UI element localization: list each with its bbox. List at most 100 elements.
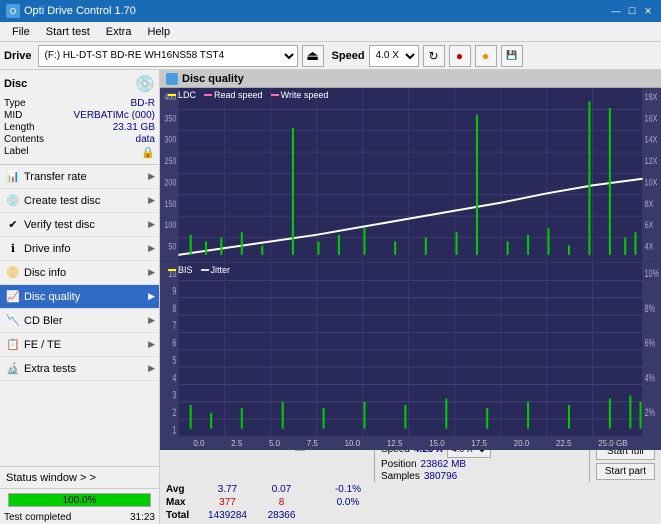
maximize-button[interactable]: ☐ bbox=[625, 4, 639, 18]
svg-text:300: 300 bbox=[164, 134, 176, 145]
eject-button[interactable]: ⏏ bbox=[302, 45, 324, 67]
start-part-button[interactable]: Start part bbox=[596, 463, 655, 480]
disc-orange-button[interactable]: ● bbox=[475, 45, 497, 67]
svg-text:8: 8 bbox=[172, 302, 176, 314]
content-title: Disc quality bbox=[182, 73, 244, 85]
nav-transfer-rate-label: Transfer rate bbox=[24, 171, 87, 183]
nav-disc-quality-label: Disc quality bbox=[24, 291, 80, 303]
chart-bottom-svg: 10 9 8 7 6 5 4 3 2 1 10% 8% 6% bbox=[160, 263, 661, 437]
drive-bar: Drive (F:) HL-DT-ST BD-RE WH16NS58 TST4 … bbox=[0, 42, 661, 70]
total-label: Total bbox=[166, 510, 196, 521]
contents-key: Contents bbox=[4, 134, 44, 145]
chart-bottom-area: BIS Jitter bbox=[160, 263, 661, 437]
close-button[interactable]: ✕ bbox=[641, 4, 655, 18]
svg-text:6X: 6X bbox=[645, 219, 654, 230]
menu-file[interactable]: File bbox=[4, 24, 38, 40]
content-header-icon bbox=[166, 73, 178, 85]
svg-text:8X: 8X bbox=[645, 198, 654, 209]
svg-text:18X: 18X bbox=[645, 91, 658, 102]
extra-tests-icon: 🔬 bbox=[6, 362, 20, 376]
svg-text:7: 7 bbox=[172, 319, 176, 331]
verify-test-disc-icon: ✔ bbox=[6, 218, 20, 232]
app-icon: O bbox=[6, 4, 20, 18]
status-window-button[interactable]: Status window > > bbox=[0, 467, 159, 489]
legend-jitter: Jitter bbox=[201, 265, 231, 275]
status-time: 31:23 bbox=[130, 512, 155, 523]
total-bis: 28366 bbox=[259, 510, 304, 521]
disc-panel: Disc 💿 Type BD-R MID VERBATIMc (000) Len… bbox=[0, 70, 159, 165]
drive-select[interactable]: (F:) HL-DT-ST BD-RE WH16NS58 TST4 bbox=[38, 45, 298, 67]
chart-top: LDC Read speed Write speed bbox=[160, 88, 661, 263]
nav-fe-te-label: FE / TE bbox=[24, 339, 61, 351]
svg-text:14X: 14X bbox=[645, 134, 658, 145]
fe-te-icon: 📋 bbox=[6, 338, 20, 352]
legend-bis: BIS bbox=[168, 265, 193, 275]
svg-text:350: 350 bbox=[164, 112, 176, 123]
svg-text:12X: 12X bbox=[645, 155, 658, 166]
svg-text:16X: 16X bbox=[645, 112, 658, 123]
save-button[interactable]: 💾 bbox=[501, 45, 523, 67]
title-text: Opti Drive Control 1.70 bbox=[24, 5, 136, 17]
nav-disc-info-label: Disc info bbox=[24, 267, 66, 279]
svg-text:9: 9 bbox=[172, 285, 176, 297]
menu-extra[interactable]: Extra bbox=[98, 24, 140, 40]
samples-val: 380796 bbox=[424, 471, 457, 482]
menu-start-test[interactable]: Start test bbox=[38, 24, 98, 40]
speed-select[interactable]: 4.0 X bbox=[369, 45, 419, 67]
sidebar: Disc 💿 Type BD-R MID VERBATIMc (000) Len… bbox=[0, 70, 160, 524]
main-area: Disc 💿 Type BD-R MID VERBATIMc (000) Len… bbox=[0, 70, 661, 524]
legend-ldc: LDC bbox=[168, 90, 196, 100]
menu-bar: File Start test Extra Help bbox=[0, 22, 661, 42]
nav-cd-bler-label: CD Bler bbox=[24, 315, 63, 327]
type-key: Type bbox=[4, 98, 26, 109]
status-bar: Status window > > 100.0% Test completed … bbox=[0, 466, 159, 524]
minimize-button[interactable]: — bbox=[609, 4, 623, 18]
chart-top-area: LDC Read speed Write speed bbox=[160, 88, 661, 262]
max-bis: 8 bbox=[259, 497, 304, 508]
total-ldc: 1439284 bbox=[200, 510, 255, 521]
chart-container: LDC Read speed Write speed bbox=[160, 88, 661, 436]
menu-help[interactable]: Help bbox=[139, 24, 178, 40]
avg-bis: 0.07 bbox=[259, 484, 304, 495]
label-key: Label bbox=[4, 146, 28, 159]
type-val: BD-R bbox=[131, 98, 155, 109]
svg-text:3: 3 bbox=[172, 389, 176, 401]
nav-cd-bler[interactable]: 📉 CD Bler ▶ bbox=[0, 309, 159, 333]
nav-disc-quality[interactable]: 📈 Disc quality ▶ bbox=[0, 285, 159, 309]
nav-fe-te[interactable]: 📋 FE / TE ▶ bbox=[0, 333, 159, 357]
svg-text:4X: 4X bbox=[645, 241, 654, 252]
status-window-label: Status window > > bbox=[6, 472, 96, 484]
mid-key: MID bbox=[4, 110, 22, 121]
svg-text:10X: 10X bbox=[645, 176, 658, 187]
nav-disc-info[interactable]: 📀 Disc info ▶ bbox=[0, 261, 159, 285]
svg-text:4: 4 bbox=[172, 371, 176, 383]
disc-quality-icon: 📈 bbox=[6, 290, 20, 304]
refresh-button[interactable]: ↻ bbox=[423, 45, 445, 67]
content-area: Disc quality LDC Read speed bbox=[160, 70, 661, 524]
svg-text:2: 2 bbox=[172, 406, 176, 418]
svg-text:8%: 8% bbox=[645, 302, 655, 314]
nav-create-test-disc-label: Create test disc bbox=[24, 195, 100, 207]
label-icon: 🔒 bbox=[141, 146, 155, 159]
svg-text:1: 1 bbox=[172, 423, 176, 435]
avg-label: Avg bbox=[166, 484, 196, 495]
avg-jitter: -0.1% bbox=[308, 484, 388, 495]
chart-top-svg: 400 350 300 250 200 150 100 50 18X 16X 1… bbox=[160, 88, 661, 262]
drive-label: Drive bbox=[4, 50, 32, 62]
title-bar: O Opti Drive Control 1.70 — ☐ ✕ bbox=[0, 0, 661, 22]
nav-transfer-rate[interactable]: 📊 Transfer rate ▶ bbox=[0, 165, 159, 189]
nav-verify-test-disc[interactable]: ✔ Verify test disc ▶ bbox=[0, 213, 159, 237]
svg-text:200: 200 bbox=[164, 176, 176, 187]
samples-key: Samples bbox=[381, 471, 420, 482]
svg-text:5: 5 bbox=[172, 354, 176, 366]
nav-extra-tests[interactable]: 🔬 Extra tests ▶ bbox=[0, 357, 159, 381]
svg-text:50: 50 bbox=[168, 241, 176, 252]
nav-drive-info[interactable]: ℹ Drive info ▶ bbox=[0, 237, 159, 261]
svg-text:6%: 6% bbox=[645, 337, 655, 349]
length-key: Length bbox=[4, 122, 35, 133]
progress-bar: 100.0% bbox=[8, 493, 151, 507]
transfer-rate-icon: 📊 bbox=[6, 170, 20, 184]
legend-write-speed: Write speed bbox=[271, 90, 329, 100]
nav-create-test-disc[interactable]: 💿 Create test disc ▶ bbox=[0, 189, 159, 213]
disc-red-button[interactable]: ● bbox=[449, 45, 471, 67]
